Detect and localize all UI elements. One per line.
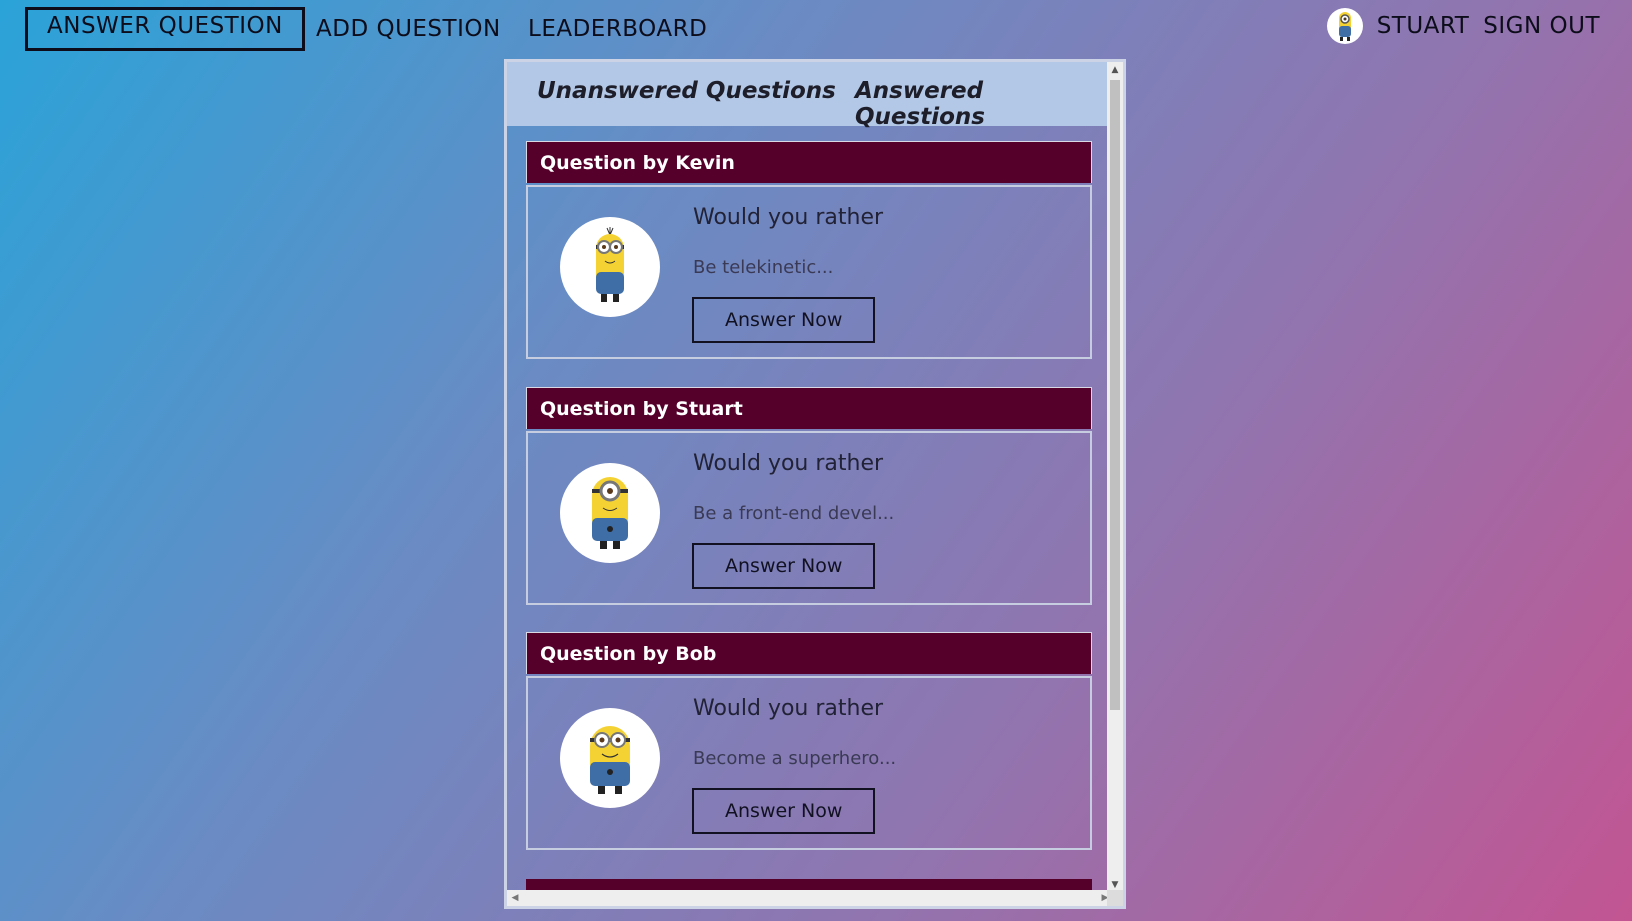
question-card-stuart: Question by Stuart Would you rather Be a… (526, 387, 1092, 605)
card-body: Would you rather Be a front-end devel...… (526, 431, 1092, 605)
tab-answered[interactable]: Answered Questions (855, 78, 1113, 130)
user-name: STUART (1376, 13, 1470, 39)
card-body: Would you rather Be telekinetic... Answe… (526, 185, 1092, 359)
card-header: Question by Kevin (526, 141, 1092, 183)
vertical-scrollbar[interactable]: ▲ ▼ (1107, 62, 1123, 893)
card-preview: Be telekinetic... (693, 257, 834, 278)
questions-panel: Unanswered Questions Answered Questions … (504, 59, 1126, 909)
card-title: Would you rather (693, 696, 884, 721)
user-area: STUART SIGN OUT (1326, 6, 1600, 46)
minion-avatar-icon (1326, 8, 1363, 44)
answer-now-button[interactable]: Answer Now (692, 543, 876, 589)
answer-now-button[interactable]: Answer Now (692, 788, 876, 834)
nav-add-question[interactable]: ADD QUESTION (316, 10, 501, 48)
question-card-kevin: Question by Kevin Would you rather Be te… (526, 141, 1092, 359)
card-header: Question by Bob (526, 632, 1092, 674)
card-preview: Be a front-end devel... (693, 503, 895, 524)
bob-avatar-icon (560, 708, 660, 808)
card-title: Would you rather (693, 451, 884, 476)
sign-out-link[interactable]: SIGN OUT (1483, 13, 1600, 39)
scrollbar-thumb[interactable] (1110, 80, 1120, 710)
card-header: Question by Stuart (526, 387, 1092, 429)
card-body: Would you rather Become a superhero... A… (526, 676, 1092, 850)
horizontal-scrollbar[interactable]: ◀ ▶ (507, 890, 1113, 906)
card-preview: Become a superhero... (693, 748, 897, 769)
nav-answer-question[interactable]: ANSWER QUESTION (25, 7, 305, 51)
nav-leaderboard[interactable]: LEADERBOARD (528, 10, 707, 48)
kevin-avatar-icon (560, 217, 660, 317)
tab-unanswered[interactable]: Unanswered Questions (537, 78, 836, 104)
card-title: Would you rather (693, 205, 884, 230)
question-tabs: Unanswered Questions Answered Questions (507, 62, 1113, 130)
top-nav: ANSWER QUESTION ADD QUESTION LEADERBOARD… (0, 0, 1632, 54)
question-card-bob: Question by Bob Would you rather Become … (526, 632, 1092, 850)
scroll-up-icon[interactable]: ▲ (1107, 62, 1123, 78)
scrollbar-corner (1107, 890, 1123, 906)
answer-now-button[interactable]: Answer Now (692, 297, 876, 343)
stuart-avatar-icon (560, 463, 660, 563)
scroll-left-icon[interactable]: ◀ (507, 890, 523, 906)
